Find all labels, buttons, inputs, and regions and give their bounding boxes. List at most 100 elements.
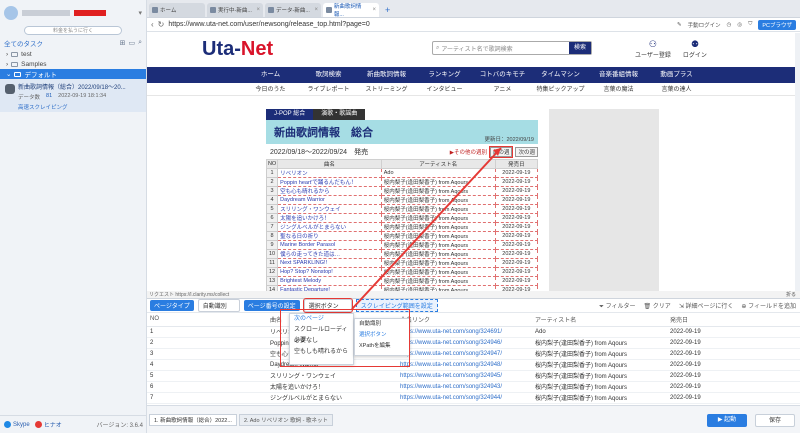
run-button[interactable]: ▶ 起動 [707,414,747,427]
song-title-link[interactable]: Hop? Stop? Nonstop! [277,267,382,277]
edit-icon[interactable]: ✎ [677,22,682,28]
artist-name[interactable]: 桜内梨子(逢田梨香子) from Aqours [380,231,496,241]
song-title-link[interactable]: 空も心も晴れるから [277,186,382,196]
tab-data[interactable]: データ-新曲... × [265,3,321,17]
task-tab-1[interactable]: 1. 新曲歌詞情報（総合）2022... [149,413,237,426]
artist-name[interactable]: 桜内梨子(逢田梨香子) from Aqours [380,267,496,277]
artist-name[interactable]: 桜内梨子(逢田梨香子) from Aqours [380,258,496,268]
cell-link[interactable]: https://www.uta-net.com/song/324943/ [397,381,532,393]
chevron-down-icon[interactable]: ▾ [138,9,142,17]
cell-link[interactable]: https://www.uta-net.com/song/324948/ [397,359,532,371]
song-title-link[interactable]: 太陽を追いかけろ！ [277,213,382,223]
cell-link[interactable]: https://www.uta-net.com/song/324944/ [397,392,532,404]
other-weeks-link[interactable]: ▶その他の週別 [450,148,487,156]
column-header[interactable]: アーティスト名 [532,313,667,327]
login-link[interactable]: ⚉ ログイン [683,39,707,59]
main-menu-item[interactable]: タイムマシン [532,67,590,83]
sub-menu-item[interactable]: アニメ [474,84,532,95]
artist-name[interactable]: Ado [380,168,496,178]
column-header[interactable]: 曲名リンク [397,313,532,327]
cell-link[interactable]: https://www.uta-net.com/song/324947/ [397,348,532,360]
task-item[interactable]: 新曲歌詞情報（総合）2022/09/18～20... データ数 81 2022-… [0,79,146,112]
close-icon[interactable]: × [372,7,376,13]
column-header[interactable]: 発売日 [667,313,800,327]
song-title-link[interactable]: 僕らの走ってきた道は… [277,249,382,259]
folder-icon[interactable]: ▭ [128,39,135,47]
main-menu-item[interactable]: 音楽番組情報 [590,67,648,83]
sub-menu-item[interactable]: インタビュー [416,84,474,95]
site-logo[interactable]: Uta-Net [202,38,273,61]
tab-enka[interactable]: 演歌・歌謡曲 [313,109,366,120]
back-icon[interactable]: ‹ [151,20,154,29]
tab-newsong[interactable]: 新曲歌詞情報... × [323,3,379,18]
page-type-select[interactable]: 自動識別 [197,299,240,312]
tree-folder-default[interactable]: ⌄ デフォルト [0,69,146,79]
tree-folder-samples[interactable]: › Samples [0,59,146,69]
add-field-button[interactable]: ⊕ フィールドを追加 [741,301,796,311]
next-week-button[interactable]: 次の週 [515,146,538,157]
chevron-down-icon[interactable]: ⌄ [6,70,11,78]
detail-page-button[interactable]: ⇲ 詳細ページに行く [679,301,734,311]
sub-menu-item[interactable]: ライブレポート [300,84,358,95]
artist-name[interactable]: 桜内梨子(逢田梨香子) from Aqours [380,195,496,205]
pc-browser-button[interactable]: PCブラウザ [758,19,796,30]
tab-home[interactable]: ホーム [149,3,205,17]
main-menu-item[interactable]: ランキング [416,67,474,83]
sub-menu-item[interactable]: 言葉の達人 [648,84,706,95]
main-menu-item[interactable]: ホーム [242,67,300,83]
artist-name[interactable]: 桜内梨子(逢田梨香子) from Aqours [380,222,496,232]
song-title-link[interactable]: Poppin heart'で踊るんだもん！ [277,177,382,187]
table-row[interactable]: 7 ジングルベルがとまらない https://www.uta-net.com/son… [147,392,800,404]
clear-button[interactable]: 🗑 クリア [644,301,671,311]
cell-link[interactable]: https://www.uta-net.com/song/324945/ [397,370,532,382]
avatar[interactable] [4,6,18,20]
site-search[interactable]: ⌕ アーティスト名で歌詞検索 検索 [432,41,592,55]
register-link[interactable]: ⚇ ユーザー登録 [635,39,671,59]
main-menu-item[interactable]: コトバのキモチ [474,67,532,83]
new-tab-button[interactable]: + [385,5,390,15]
add-icon[interactable]: ⊞ [120,39,126,47]
cell-link[interactable]: https://www.uta-net.com/song/324946/ [397,337,532,349]
manual-login-button[interactable]: 手動ログイン [688,21,721,29]
url-input[interactable]: https://www.uta-net.com/user/newsong/rel… [168,21,673,28]
artist-name[interactable]: 桜内梨子(逢田梨香子) from Aqours [380,276,496,286]
prev-week-button[interactable]: 前の週 [488,145,514,158]
cell-link[interactable]: https://www.uta-net.com/song/324691/ [397,326,532,338]
artist-name[interactable]: 桜内梨子(逢田梨香子) from Aqours [380,240,496,250]
close-icon[interactable]: × [256,7,260,13]
artist-name[interactable]: 桜内梨子(逢田梨香子) from Aqours [380,177,496,187]
search-button[interactable]: 検索 [568,42,591,54]
collapse-toggle[interactable]: 折る [786,291,796,298]
table-row[interactable]: 2Poppin heart'で踊るんだもん！https://www.uta-ne… [147,337,800,349]
song-title-link[interactable]: 聖なる日の祈り [277,231,382,241]
main-menu-item[interactable]: 動画プラス [648,67,706,83]
artist-name[interactable]: 桜内梨子(逢田梨香子) from Aqours [380,213,496,223]
sub-menu-item[interactable]: 特集ピックアップ [532,84,590,95]
table-row[interactable]: 3空も心も晴れるからhttps://www.uta-net.com/song/3… [147,348,800,360]
table-row[interactable]: 4Daydream Warriorhttps://www.uta-net.com… [147,359,800,371]
artist-name[interactable]: 桜内梨子(逢田梨香子) from Aqours [380,204,496,214]
sub-menu-item[interactable]: 今日のうた [242,84,300,95]
shield-icon[interactable]: ⛉ [748,21,752,28]
tab-running[interactable]: 実行中-新曲... × [207,3,263,17]
table-row[interactable]: 1 リベリオン https://www.uta-net.com/song/32469… [147,326,800,338]
save-button[interactable]: 保存 [755,414,795,427]
chevron-right-icon[interactable]: › [6,51,8,58]
column-header[interactable]: NO [147,313,267,327]
song-title-link[interactable]: ジングルベルがとまらない [277,222,382,232]
sub-menu-item[interactable]: ストリーミング [358,84,416,95]
song-title-link[interactable]: スリリング・ワンウェイ [277,204,382,214]
search-input[interactable]: アーティスト名で歌詞検索 [441,44,512,53]
tab-jpop[interactable]: J-POP 総合 [266,109,314,120]
scrollbar[interactable] [795,33,800,291]
hint-link[interactable]: ヒナオ [34,420,62,429]
table-row[interactable]: 5 スリリング・ワンウェイ https://www.uta-net.com/song… [147,370,800,382]
task-tab-2[interactable]: 2. Ado リベリオン 歌詞 - 歌ネット [238,413,333,426]
account-row[interactable]: ▾ [0,0,146,26]
tree-folder-test[interactable]: › test [0,49,146,59]
song-title-link[interactable]: Daydream Warrior [277,195,382,205]
main-menu-item[interactable]: 新曲歌詞情報 [358,67,416,83]
close-icon[interactable]: × [314,7,318,13]
skype-link[interactable]: Skype [4,421,30,428]
clock-icon[interactable]: ◷ [727,22,732,28]
